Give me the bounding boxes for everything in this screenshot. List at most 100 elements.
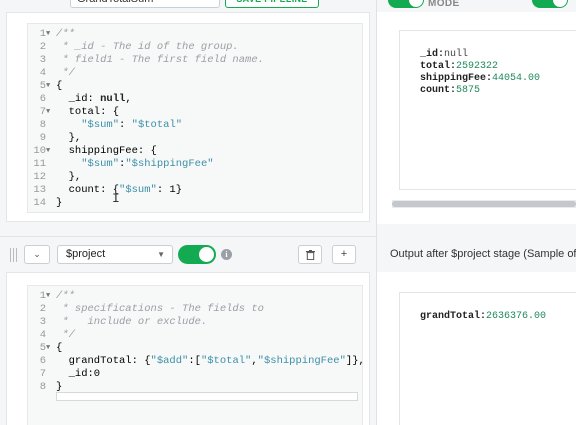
code-line: 5 ▼ { [28, 342, 362, 355]
add-stage-button[interactable]: + [332, 245, 356, 264]
line-number: 6 [39, 355, 46, 367]
horizontal-scrollbar[interactable] [392, 200, 576, 208]
line-number: 10 [33, 145, 46, 157]
fold-arrow-icon[interactable]: ▼ [46, 28, 50, 41]
project-stage-editor[interactable]: 1 ▼/** 2 * specifications - The fields to 3… [27, 285, 365, 425]
output-field-key: count: [420, 85, 457, 96]
code-text: * include or exclude. [56, 316, 208, 328]
line-number: 4 [39, 67, 46, 79]
code-line: 11 "$sum":"$shippingFee" [28, 158, 362, 171]
line-number: 5 [39, 342, 46, 354]
code-line: 2 * specifications - The fields to [28, 303, 362, 316]
code-line: 8 "$sum": "$total" [28, 119, 362, 132]
toolbar: GrandTotalSum SAVE PIPELINE MODE [0, 0, 576, 12]
code-text: */ [56, 329, 75, 341]
toggle-knob [199, 247, 214, 262]
code-text: /** [56, 28, 75, 40]
output-field-key: _id: [420, 49, 445, 60]
stage-enable-toggle[interactable] [178, 245, 216, 264]
project-output-label: Output after $project stage (Sample of [390, 248, 576, 260]
code-line: 4 */ [28, 67, 362, 80]
group-stage-panel: 1 ▼/** 2 * _id - The id of the group. 3 * f… [6, 12, 370, 222]
code-text: "$sum":"$shippingFee" [81, 158, 214, 170]
code-text: grandTotal: {"$add":["$total","$shipping… [56, 355, 365, 367]
info-icon[interactable]: i [221, 249, 232, 260]
output-field-key: grandTotal: [420, 311, 487, 322]
line-number: 4 [39, 329, 46, 341]
code-line: 14} [28, 197, 362, 210]
output-field: shippingFee:44054.00 [420, 73, 540, 85]
line-number: 8 [39, 119, 46, 131]
output-field: count:5875 [420, 85, 480, 97]
project-output-document: grandTotal:2636376.00 [399, 292, 576, 425]
code-text: /** [56, 290, 75, 302]
code-text: _id:0 [56, 368, 101, 380]
code-text: shippingFee: { [56, 145, 157, 157]
code-text: total: { [56, 106, 120, 118]
mode-toggle[interactable] [388, 0, 424, 8]
code-line: 8} [28, 381, 362, 394]
fold-arrow-icon[interactable]: ▼ [46, 145, 50, 158]
code-text: */ [56, 67, 75, 79]
fold-arrow-icon[interactable]: ▼ [46, 342, 50, 355]
code-line: 4 */ [28, 329, 362, 342]
line-number: 13 [33, 184, 46, 196]
code-line: 5 ▼ { [28, 80, 362, 93]
code-line: 1 ▼ /** [28, 28, 362, 41]
save-pipeline-button[interactable]: SAVE PIPELINE [225, 0, 319, 8]
output-field: grandTotal:2636376.00 [420, 311, 546, 323]
code-text: { [56, 342, 63, 354]
code-text: } [56, 381, 63, 393]
aggregation-pipeline-builder: GrandTotalSum SAVE PIPELINE MODE 1▼/**2 … [0, 0, 576, 425]
output-field-value: 2592322 [456, 61, 499, 72]
output-field-value: 2636376.00 [486, 311, 547, 322]
code-line: 3 * field1 - The first field name. [28, 54, 362, 67]
code-line: 6 grandTotal: {"$add":["$total","$shippi… [28, 355, 365, 368]
plus-icon: + [340, 248, 348, 260]
output-field-key: total: [420, 61, 457, 72]
group-output-document: _id:null total:2592322 shippingFee:44054.0… [399, 30, 576, 190]
code-text: }, [56, 171, 82, 183]
output-field: total:2592322 [420, 61, 498, 73]
project-stage-header: ⌄ $project ▼ i + [0, 236, 376, 272]
line-number: 3 [39, 316, 46, 328]
line-number: 2 [39, 41, 46, 53]
line-number: 14 [33, 197, 46, 209]
collapse-stage-button[interactable]: ⌄ [24, 245, 50, 264]
output-field-value: 44054.00 [492, 73, 541, 84]
code-text: * _id - The id of the group. [56, 41, 239, 53]
group-output-panel: _id:null total:2592322 shippingFee:44054.0… [377, 12, 576, 224]
stage-operator-value: $project [66, 248, 106, 260]
code-line: 7 _id:0 [28, 368, 362, 381]
output-field-value: null [444, 49, 469, 60]
line-number: 12 [33, 171, 46, 183]
toggle-knob [553, 0, 567, 7]
trash-icon [305, 250, 315, 261]
code-text: }, [56, 132, 82, 144]
line-number: 6 [39, 93, 46, 105]
code-line: 6 _id: null, [28, 93, 362, 106]
code-text: } [56, 197, 63, 209]
drag-handle-icon[interactable] [10, 248, 18, 262]
fold-arrow-icon[interactable]: ▼ [46, 290, 50, 303]
secondary-toggle[interactable] [532, 0, 568, 8]
scrollbar-thumb[interactable] [392, 201, 576, 207]
code-line: 9 }, [28, 132, 362, 145]
line-number: 3 [39, 54, 46, 66]
code-text: _id: null, [56, 93, 132, 105]
delete-stage-button[interactable] [298, 245, 322, 264]
code-line: 3 * include or exclude. [28, 316, 362, 329]
code-line: 13 count: {"$sum": 1} [28, 184, 362, 197]
stage-operator-select[interactable]: $project ▼ [57, 245, 173, 264]
output-field-value: 5875 [456, 85, 481, 96]
line-number: 1 [39, 290, 46, 302]
text-cursor-icon: I [112, 191, 120, 206]
line-number: 2 [39, 303, 46, 315]
line-number: 7 [39, 106, 46, 118]
fold-arrow-icon[interactable]: ▼ [46, 80, 50, 93]
code-text: "$sum": "$total" [81, 119, 183, 131]
line-number: 1 [39, 28, 46, 40]
pipeline-name-input[interactable]: GrandTotalSum [70, 0, 220, 8]
fold-arrow-icon[interactable]: ▼ [46, 106, 50, 119]
group-stage-editor[interactable]: 1 ▼/** 2 * _id - The id of the group. 3 * f… [27, 23, 363, 213]
